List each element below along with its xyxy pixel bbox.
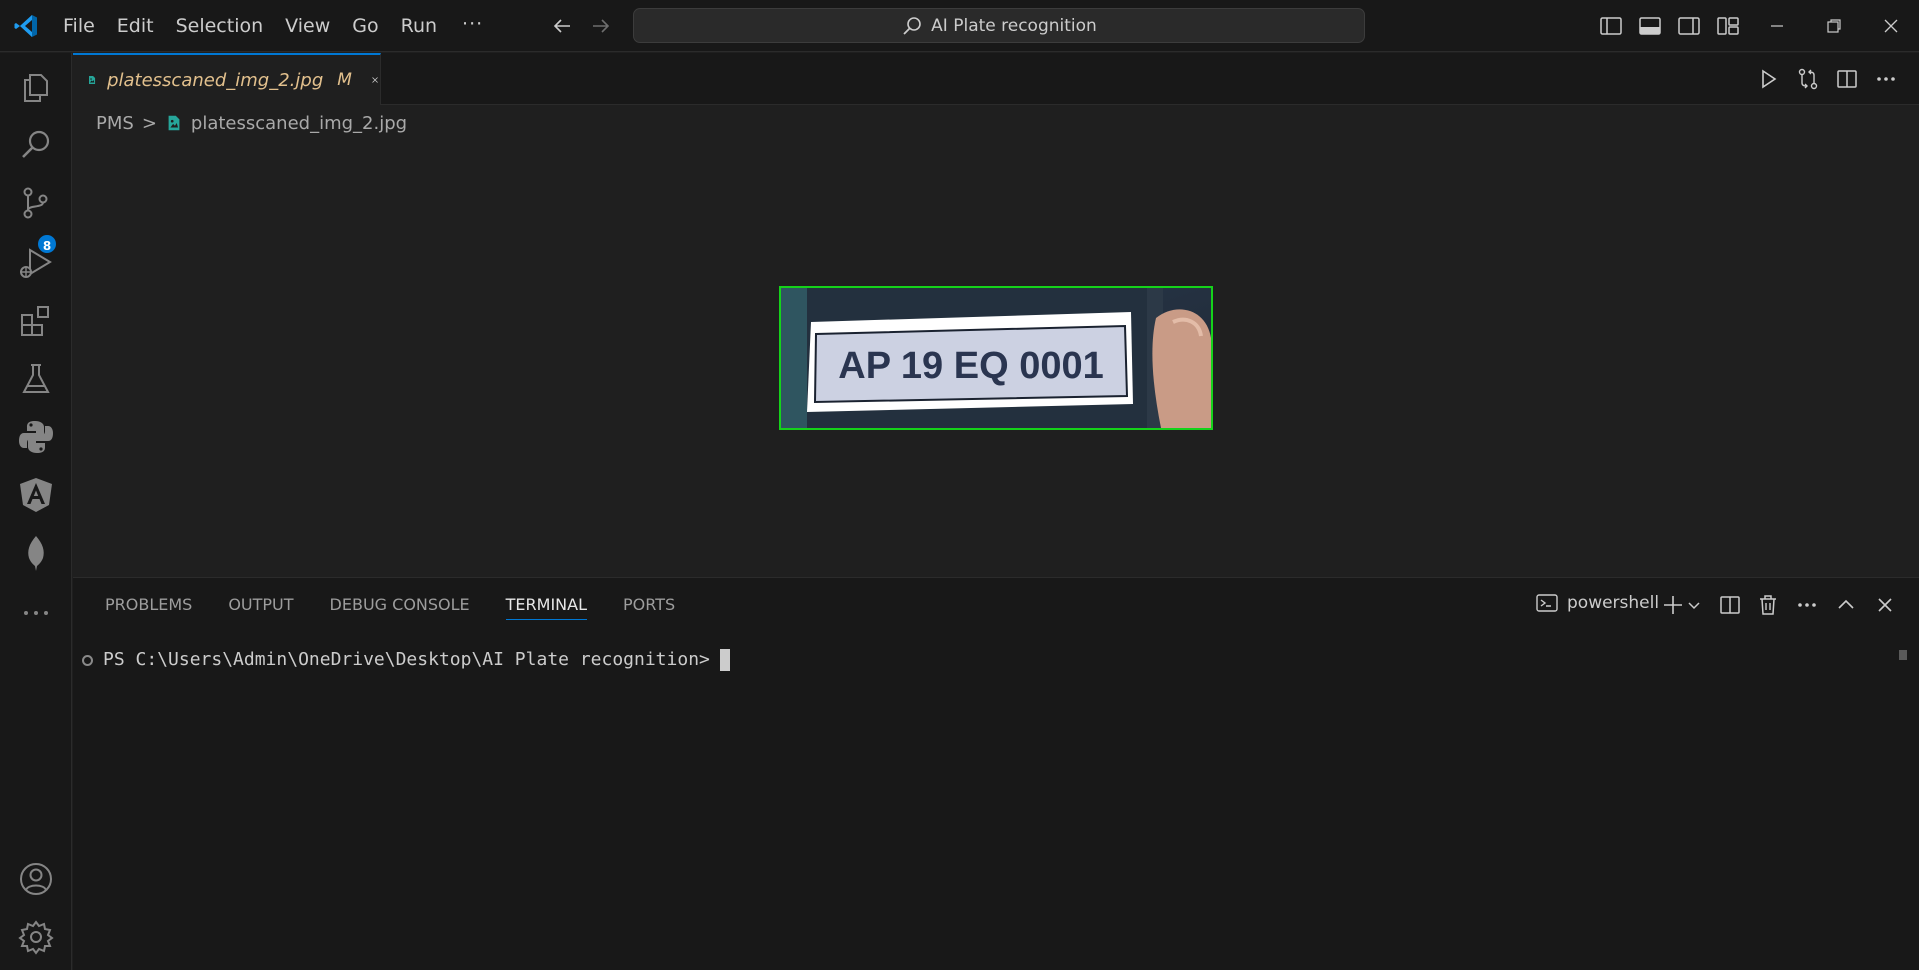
plate-text: AP 19 EQ 0001 (838, 345, 1103, 387)
menu-selection[interactable]: Selection (165, 0, 275, 52)
run-debug-icon[interactable] (16, 243, 56, 283)
image-file-icon (168, 115, 180, 131)
maximize-panel-chevron-up-icon[interactable] (1833, 592, 1859, 618)
license-plate-photo: AP 19 EQ 0001 (781, 288, 1211, 428)
search-icon[interactable] (16, 125, 56, 165)
menu-edit[interactable]: Edit (106, 0, 165, 52)
more-icon[interactable] (16, 593, 56, 633)
menu-view[interactable]: View (274, 0, 341, 52)
panel-tabs: PROBLEMS OUTPUT DEBUG CONSOLE TERMINAL P… (87, 578, 693, 632)
bottom-panel: PROBLEMS OUTPUT DEBUG CONSOLE TERMINAL P… (73, 577, 1919, 970)
menu-go[interactable]: Go (341, 0, 389, 52)
menu-more-icon[interactable]: ··· (448, 0, 497, 52)
close-tab-icon[interactable] (370, 70, 380, 90)
toggle-panel-icon[interactable] (1636, 12, 1664, 40)
explorer-icon[interactable] (16, 67, 56, 107)
menu-bar: File Edit Selection View Go Run ··· (52, 0, 497, 52)
editor-tabs-bar: platesscaned_img_2.jpg M (73, 53, 1919, 105)
command-decoration-icon[interactable] (82, 655, 93, 666)
terminal-prompt: PS C:\Users\Admin\OneDrive\Desktop\AI Pl… (103, 649, 710, 670)
python-icon[interactable] (16, 417, 56, 457)
toggle-primary-sidebar-icon[interactable] (1597, 12, 1625, 40)
search-icon (903, 16, 921, 35)
chevron-down-icon[interactable] (1685, 592, 1703, 618)
open-changes-icon[interactable] (1794, 65, 1822, 93)
title-bar: File Edit Selection View Go Run ··· AI P… (0, 0, 1919, 52)
more-actions-icon[interactable] (1794, 592, 1820, 618)
forward-arrow-icon[interactable] (589, 14, 613, 38)
run-file-icon[interactable] (1754, 65, 1782, 93)
terminal-shell-selector[interactable]: powershell (1535, 591, 1659, 615)
close-window-icon[interactable] (1877, 12, 1905, 40)
breadcrumb: PMS > platesscaned_img_2.jpg (96, 108, 407, 138)
extensions-icon[interactable] (16, 301, 56, 341)
vscode-logo-icon (14, 15, 37, 37)
tab-ports[interactable]: PORTS (605, 578, 693, 632)
breadcrumb-folder[interactable]: PMS (96, 113, 134, 134)
plate-image: AP 19 EQ 0001 (779, 286, 1213, 430)
shell-name: powershell (1567, 593, 1660, 613)
activity-bar: 8 (0, 53, 72, 970)
breadcrumb-file[interactable]: platesscaned_img_2.jpg (191, 113, 407, 134)
mongodb-leaf-icon[interactable] (16, 533, 56, 573)
more-actions-icon[interactable] (1872, 65, 1900, 93)
terminal-cursor (719, 649, 730, 671)
source-control-icon[interactable] (16, 183, 56, 223)
restore-icon[interactable] (1820, 12, 1848, 40)
command-center-search[interactable]: AI Plate recognition (633, 8, 1365, 43)
accounts-icon[interactable] (16, 859, 56, 899)
testing-icon[interactable] (16, 359, 56, 399)
menu-run[interactable]: Run (390, 0, 448, 52)
minimize-icon[interactable] (1763, 12, 1791, 40)
tab-modified-indicator: M (337, 70, 352, 90)
split-terminal-icon[interactable] (1717, 592, 1743, 618)
tab-problems[interactable]: PROBLEMS (87, 578, 210, 632)
tab-output[interactable]: OUTPUT (210, 578, 311, 632)
manage-gear-icon[interactable] (16, 917, 56, 957)
new-terminal-plus-icon[interactable] (1660, 592, 1686, 618)
tab-debug-console[interactable]: DEBUG CONSOLE (312, 578, 488, 632)
terminal-scrollbar[interactable] (1899, 650, 1907, 660)
image-preview-area: AP 19 EQ 0001 (73, 140, 1919, 576)
tab-title: platesscaned_img_2.jpg (107, 69, 324, 91)
terminal-view[interactable]: PS C:\Users\Admin\OneDrive\Desktop\AI Pl… (73, 646, 1919, 946)
customize-layout-icon[interactable] (1714, 12, 1742, 40)
angular-icon[interactable] (16, 475, 56, 515)
toggle-secondary-sidebar-icon[interactable] (1675, 12, 1703, 40)
image-file-icon (89, 75, 96, 85)
trash-icon[interactable] (1755, 592, 1781, 618)
terminal-prompt-line: PS C:\Users\Admin\OneDrive\Desktop\AI Pl… (103, 646, 730, 674)
terminal-powershell-icon (1536, 594, 1558, 612)
breadcrumb-separator: > (141, 112, 157, 134)
split-editor-icon[interactable] (1833, 65, 1861, 93)
back-arrow-icon[interactable] (550, 14, 574, 38)
tab-terminal[interactable]: TERMINAL (488, 578, 605, 632)
close-panel-icon[interactable] (1872, 592, 1898, 618)
command-center-label: AI Plate recognition (931, 15, 1097, 36)
editor-tab[interactable]: platesscaned_img_2.jpg M (73, 53, 381, 105)
menu-file[interactable]: File (52, 0, 106, 52)
